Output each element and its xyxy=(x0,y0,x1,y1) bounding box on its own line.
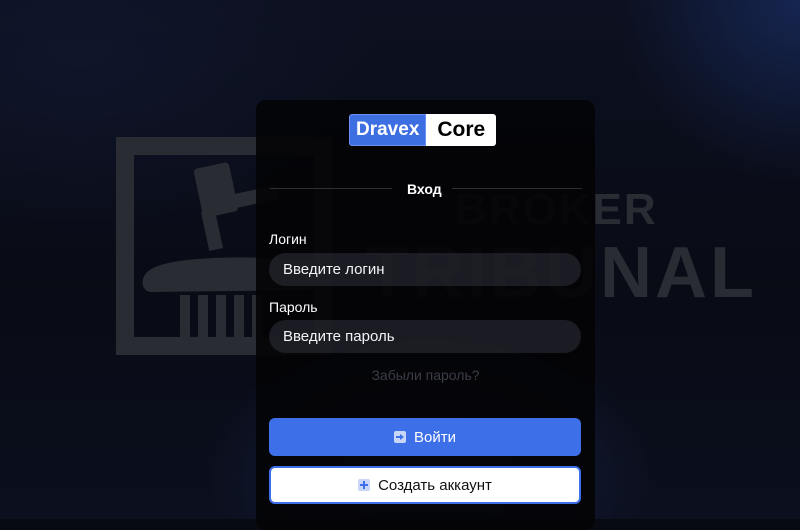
tab-header: Вход xyxy=(270,180,582,200)
password-input[interactable] xyxy=(269,320,581,353)
login-input[interactable] xyxy=(269,253,581,286)
login-button[interactable]: Войти xyxy=(269,418,581,456)
divider-left xyxy=(270,188,392,189)
divider-right xyxy=(452,188,582,189)
logo-part-2: Core xyxy=(426,114,497,146)
create-account-button-label: Создать аккаунт xyxy=(378,476,492,494)
plus-icon xyxy=(358,479,371,491)
password-label: Пароль xyxy=(269,299,318,315)
login-icon xyxy=(394,431,406,443)
forgot-password-link[interactable]: Забыли пароль? xyxy=(256,367,595,383)
login-button-label: Войти xyxy=(414,428,456,446)
create-account-button[interactable]: Создать аккаунт xyxy=(269,466,581,504)
login-label: Логин xyxy=(269,231,307,247)
tab-login[interactable]: Вход xyxy=(407,181,442,197)
app-logo: Dravex Core xyxy=(349,114,497,146)
login-card: Dravex Core Вход Логин Пароль Забыли пар… xyxy=(256,100,595,530)
logo-part-1: Dravex xyxy=(349,114,427,146)
